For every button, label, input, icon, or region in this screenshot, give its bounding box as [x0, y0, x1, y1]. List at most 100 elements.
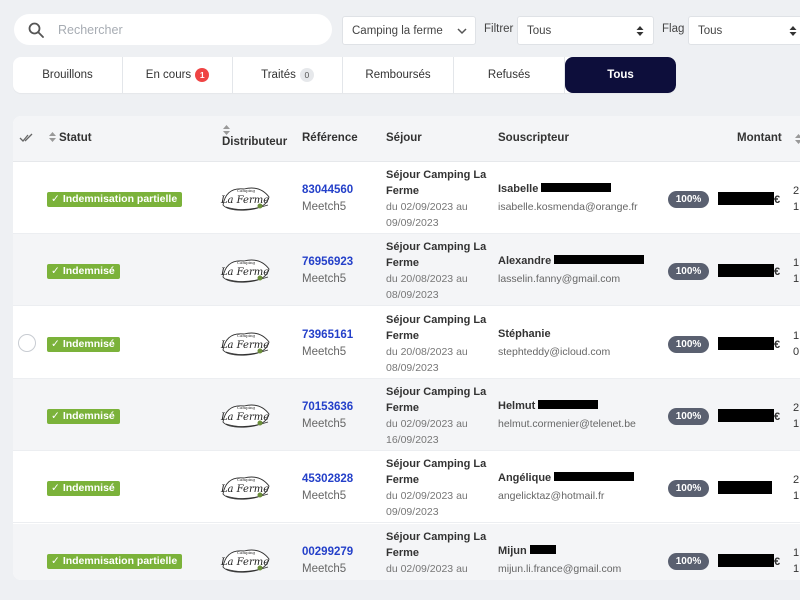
reference-link[interactable]: 76956923	[302, 256, 353, 268]
status-text: Indemnisé	[62, 409, 115, 422]
tab-rembourses[interactable]: Remboursés	[343, 57, 454, 93]
clipped-column: 11	[793, 545, 799, 577]
claims-table: Statut Distributeur Référence Séjour Sou…	[13, 116, 800, 580]
tab-label: Traités	[261, 69, 296, 81]
clipped-value: 1	[793, 562, 800, 575]
redacted-block	[541, 183, 612, 192]
flag-select-value: Tous	[698, 24, 723, 37]
sort-icon[interactable]	[795, 134, 800, 144]
subscriber-first-name: Helmut	[498, 399, 536, 412]
amount-value: €	[718, 336, 781, 351]
amount-currency: €	[774, 338, 781, 351]
subscriber-name: Alexandre	[498, 255, 645, 268]
status-badge: ✓ Indemnisé	[47, 336, 120, 352]
camping-select[interactable]: Camping la ferme	[342, 16, 476, 45]
subscriber-first-name: Alexandre	[498, 255, 552, 268]
table-row[interactable]: ✓ Indemnisé Camping La Ferme 70153636 Mee…	[13, 378, 800, 451]
status-text: Indemnisé	[62, 265, 115, 278]
table-row[interactable]: ✓ Indemnisé Camping La Ferme 76956923 Mee…	[13, 234, 800, 353]
table-row[interactable]: ✓ Indemnisation partielle Camping La Ferm…	[13, 523, 800, 580]
column-header-sejour[interactable]: Séjour	[386, 132, 422, 144]
column-header-reference[interactable]: Référence	[302, 132, 358, 144]
camping-la-ferme-logo: Camping La Ferme	[220, 476, 270, 500]
redacted-block	[718, 336, 774, 350]
column-header-distributeur[interactable]: Distributeur	[222, 125, 287, 149]
table-row[interactable]: ✓ Indemnisation partielle Camping La Ferm…	[13, 162, 800, 234]
check-icon: ✓	[51, 193, 60, 205]
redacted-block	[718, 192, 774, 205]
reference-link[interactable]: 45302828	[302, 473, 353, 485]
reference-link[interactable]: 83044560	[302, 184, 353, 196]
search-box[interactable]	[14, 14, 332, 45]
camping-la-ferme-logo: Camping La Ferme	[220, 332, 270, 356]
search-input[interactable]	[58, 22, 308, 37]
sort-arrows-icon	[636, 26, 644, 36]
double-check-icon[interactable]	[19, 133, 35, 143]
redacted-block	[718, 264, 774, 278]
amount-currency: €	[774, 266, 781, 279]
distributor-name: Meetch5	[302, 201, 347, 213]
logo-top-text: Camping	[237, 333, 256, 338]
reference-link[interactable]: 73965161	[302, 329, 353, 341]
amount-value: €	[718, 192, 780, 206]
table-row[interactable]: ✓ Indemnisé Camping La Ferme 45302828 Mee…	[13, 451, 800, 524]
tab-refuses[interactable]: Refusés	[454, 57, 565, 93]
sejour-title: Séjour Camping La Ferme	[386, 313, 487, 342]
subscriber-name: Mijun	[498, 544, 556, 557]
sejour-title: Séjour Camping La Ferme	[386, 385, 487, 414]
subscriber-email: stephteddy@icloud.com	[498, 345, 611, 358]
clipped-value: 1	[793, 257, 800, 270]
status-badge: ✓ Indemnisé	[47, 408, 120, 424]
sejour-dates: du 02/09/2023 au 09/09/2023	[386, 490, 468, 519]
logo-top-text: Camping	[237, 260, 256, 265]
subscriber-email: mijun.li.france@gmail.com	[498, 562, 622, 575]
reference-link[interactable]: 70153636	[302, 401, 353, 413]
status-badge: ✓ Indemnisé	[47, 481, 120, 497]
tab-count-badge: 0	[299, 68, 314, 82]
subscriber-name: Stéphanie	[498, 328, 554, 340]
tab-traites[interactable]: Traités 0	[233, 57, 343, 93]
clipped-value: 1	[793, 329, 800, 342]
logo-top-text: Camping	[237, 405, 256, 410]
subscriber-first-name: Stéphanie	[498, 327, 551, 340]
tab-label: Remboursés	[365, 69, 431, 81]
check-icon: ✓	[51, 265, 60, 278]
check-icon: ✓	[51, 337, 60, 350]
clipped-column: 21	[793, 400, 799, 432]
coverage-badge: 100%	[668, 335, 709, 353]
status-text: Indemnisé	[62, 337, 115, 350]
column-header-statut[interactable]: Statut	[49, 132, 92, 144]
coverage-badge: 100%	[668, 407, 709, 425]
subscriber-name: Isabelle	[498, 183, 612, 195]
filtrer-select[interactable]: Tous	[517, 16, 654, 45]
sort-icon	[223, 125, 230, 135]
subscriber-name: Angélique	[498, 472, 635, 484]
subscriber-name: Helmut	[498, 399, 599, 412]
sejour-title: Séjour Camping La Ferme	[386, 241, 487, 270]
redacted-block	[538, 399, 599, 409]
column-label: Séjour	[386, 132, 422, 144]
table-row[interactable]: ✓ Indemnisé Camping La Ferme 73965161 Mee…	[13, 307, 800, 379]
tab-en-cours[interactable]: En cours 1	[123, 57, 233, 93]
column-header-montant[interactable]: Montant	[737, 132, 782, 144]
sejour-dates: du 02/09/2023 au 16/09/2023	[386, 417, 468, 446]
reference-link[interactable]: 00299279	[302, 546, 353, 558]
tab-tous[interactable]: Tous	[565, 57, 676, 93]
redacted-block	[718, 553, 774, 567]
status-text: Indemnisation partielle	[62, 193, 178, 205]
column-header-souscripteur[interactable]: Souscripteur	[498, 132, 569, 144]
check-icon: ✓	[51, 482, 60, 495]
sort-icon	[49, 132, 56, 142]
clipped-value: 0	[793, 345, 800, 358]
logo-top-text: Camping	[237, 477, 256, 482]
clipped-value: 2	[793, 185, 800, 197]
redacted-block	[718, 481, 772, 495]
subscriber-first-name: Mijun	[498, 544, 527, 557]
flag-select[interactable]: Tous	[688, 16, 800, 45]
amount-currency: €	[774, 194, 781, 206]
sejour-dates: du 20/08/2023 au 08/09/2023	[386, 273, 468, 302]
tab-brouillons[interactable]: Brouillons	[13, 57, 123, 93]
coverage-badge: 100%	[668, 480, 709, 498]
status-badge: ✓ Indemnisé	[47, 264, 120, 280]
amount-currency: €	[774, 410, 781, 423]
